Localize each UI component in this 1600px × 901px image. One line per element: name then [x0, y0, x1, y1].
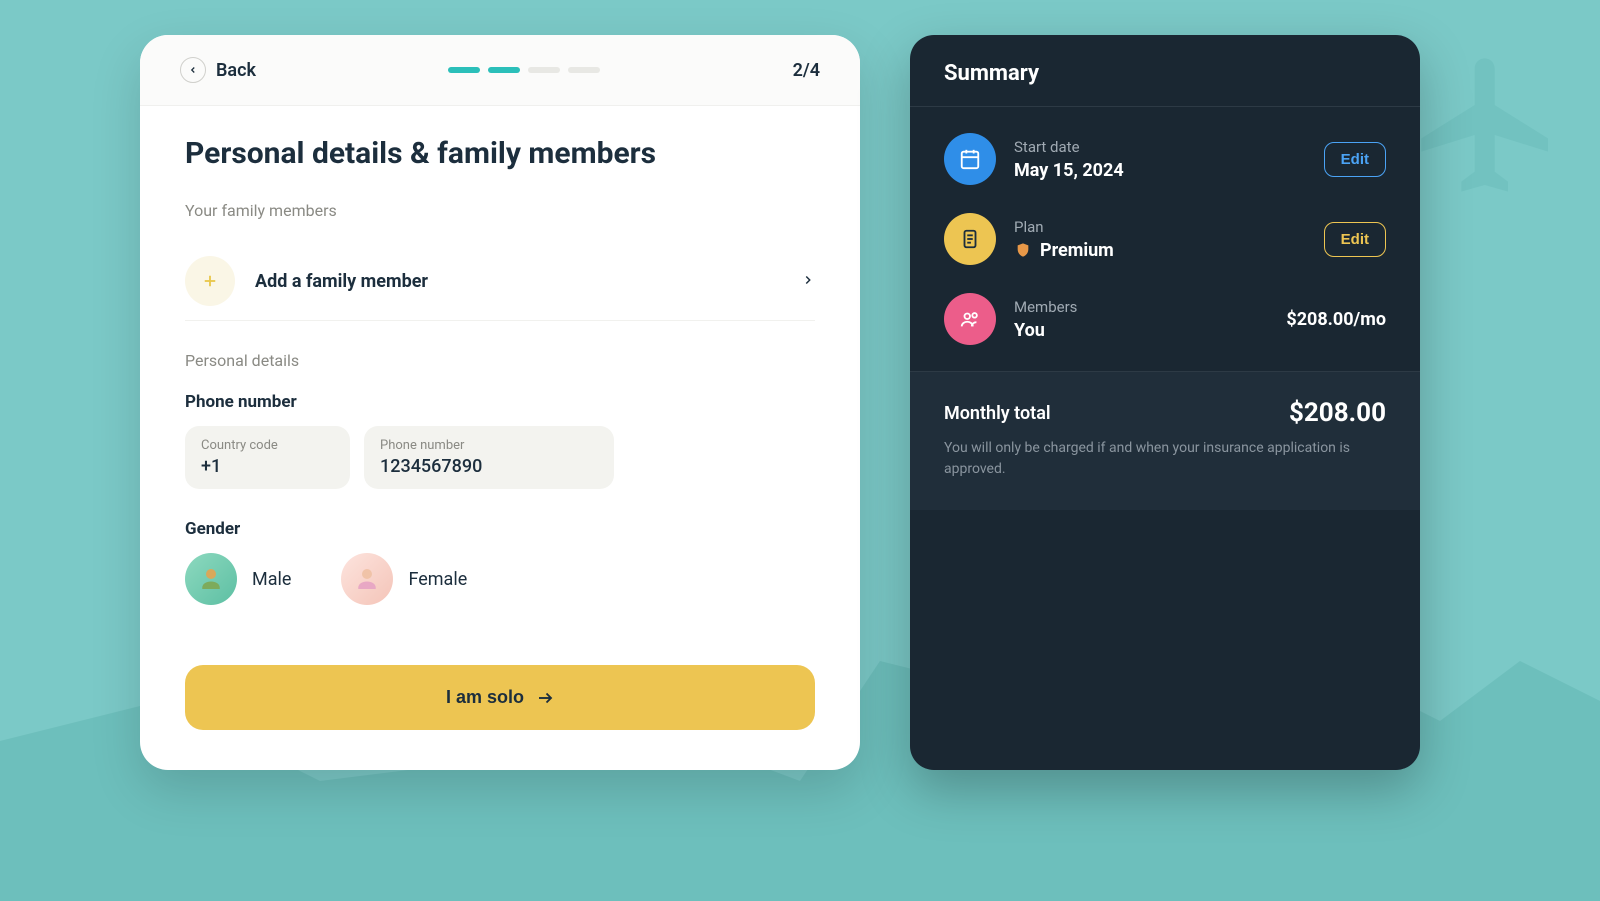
personal-section-label: Personal details — [185, 351, 815, 370]
progress-segment — [568, 67, 600, 73]
chevron-right-icon — [801, 272, 815, 291]
chevron-left-icon — [180, 57, 206, 83]
start-date-value: May 15, 2024 — [1014, 160, 1306, 181]
female-avatar-icon — [341, 553, 393, 605]
progress-segment — [528, 67, 560, 73]
add-family-label: Add a family member — [255, 271, 428, 292]
calendar-icon — [944, 133, 996, 185]
solo-button[interactable]: I am solo — [185, 665, 815, 730]
gender-male-option[interactable]: Male — [185, 553, 291, 605]
gender-male-label: Male — [252, 569, 291, 590]
card-body: Personal details & family members Your f… — [140, 106, 860, 770]
phone-number-value: 1234567890 — [380, 456, 598, 477]
form-card: Back 2/4 Personal details & family membe… — [140, 35, 860, 770]
country-code-value: +1 — [201, 456, 334, 477]
monthly-total-label: Monthly total — [944, 403, 1051, 424]
phone-number-input[interactable]: Phone number 1234567890 — [364, 426, 614, 489]
male-avatar-icon — [185, 553, 237, 605]
members-label: Members — [1014, 298, 1268, 316]
progress-segment — [488, 67, 520, 73]
members-value: You — [1014, 320, 1268, 341]
start-date-label: Start date — [1014, 138, 1306, 156]
summary-title: Summary — [910, 35, 1420, 107]
footer-note: You will only be charged if and when you… — [944, 438, 1386, 480]
arrow-right-icon — [536, 689, 554, 707]
summary-start-date-row: Start date May 15, 2024 Edit — [944, 133, 1386, 185]
back-label: Back — [216, 60, 256, 81]
gender-female-option[interactable]: Female — [341, 553, 467, 605]
page-title: Personal details & family members — [185, 136, 815, 171]
add-family-button[interactable]: Add a family member — [185, 242, 815, 321]
summary-card: Summary Start date May 15, 2024 Edit Pla… — [910, 35, 1420, 770]
step-counter: 2/4 — [793, 60, 820, 81]
back-button[interactable]: Back — [180, 57, 256, 83]
phone-field-label: Phone number — [185, 392, 815, 412]
summary-members-row: Members You $208.00/mo — [944, 293, 1386, 345]
gender-field-label: Gender — [185, 519, 815, 539]
plan-label: Plan — [1014, 218, 1306, 236]
document-icon — [944, 213, 996, 265]
progress-indicator — [448, 67, 600, 73]
monthly-total-value: $208.00 — [1289, 398, 1386, 428]
shield-icon — [1014, 241, 1032, 259]
card-header: Back 2/4 — [140, 35, 860, 106]
summary-footer: Monthly total $208.00 You will only be c… — [910, 371, 1420, 510]
plus-icon — [185, 256, 235, 306]
phone-number-label: Phone number — [380, 438, 598, 453]
gender-female-label: Female — [408, 569, 467, 590]
country-code-input[interactable]: Country code +1 — [185, 426, 350, 489]
family-section-label: Your family members — [185, 201, 815, 220]
solo-button-label: I am solo — [446, 687, 524, 708]
progress-segment — [448, 67, 480, 73]
summary-plan-row: Plan Premium Edit — [944, 213, 1386, 265]
edit-plan-button[interactable]: Edit — [1324, 222, 1386, 257]
members-icon — [944, 293, 996, 345]
members-price: $208.00/mo — [1286, 309, 1386, 330]
plan-value: Premium — [1014, 240, 1306, 261]
edit-start-date-button[interactable]: Edit — [1324, 142, 1386, 177]
plan-name: Premium — [1040, 240, 1114, 261]
country-code-label: Country code — [201, 438, 334, 453]
